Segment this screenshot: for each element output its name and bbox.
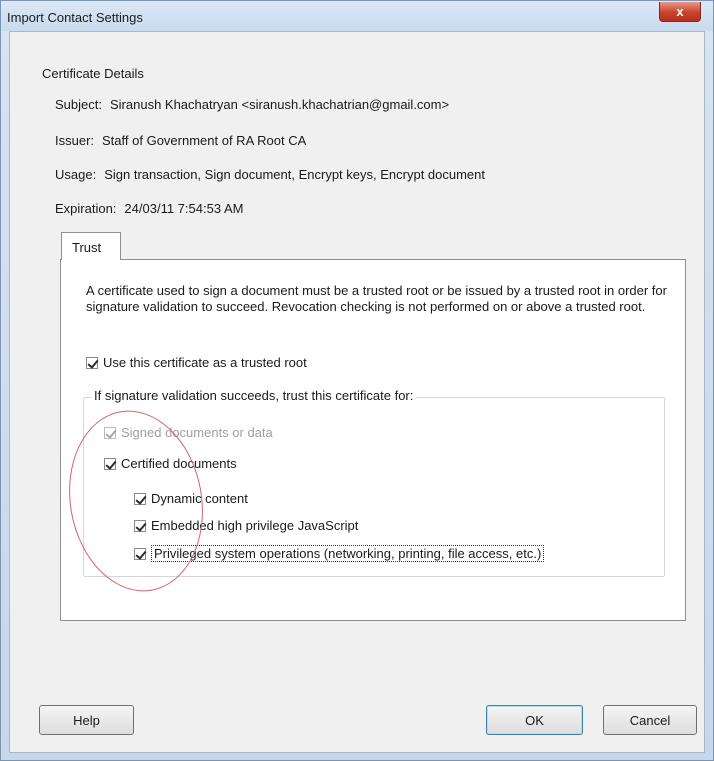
subject-value: Siranush Khachatryan <siranush.khachatri… bbox=[109, 97, 450, 112]
usage-label: Usage: bbox=[55, 167, 97, 182]
tab-trust[interactable]: Trust bbox=[61, 232, 121, 260]
dynamic-content-label: Dynamic content bbox=[151, 491, 248, 506]
signed-documents-checkbox bbox=[104, 426, 116, 439]
signed-documents-option: Signed documents or data bbox=[104, 425, 273, 440]
certified-documents-option[interactable]: Certified documents bbox=[104, 456, 237, 471]
issuer-label: Issuer: bbox=[55, 133, 95, 148]
usage-row: Usage: Sign transaction, Sign document, E… bbox=[55, 167, 485, 182]
cancel-button[interactable]: Cancel bbox=[603, 705, 697, 735]
usage-value: Sign transaction, Sign document, Encrypt… bbox=[104, 167, 486, 182]
signed-documents-label: Signed documents or data bbox=[121, 425, 273, 440]
subject-label: Subject: bbox=[55, 97, 102, 112]
expiration-row: Expiration: 24/03/11 7:54:53 AM bbox=[55, 201, 243, 216]
expiration-value: 24/03/11 7:54:53 AM bbox=[124, 201, 244, 216]
dynamic-content-checkbox[interactable] bbox=[134, 492, 146, 505]
trust-options-group-title: If signature validation succeeds, trust … bbox=[91, 388, 417, 403]
close-button[interactable]: x bbox=[659, 2, 701, 22]
close-icon: x bbox=[676, 4, 684, 19]
trust-description: A certificate used to sign a document mu… bbox=[86, 283, 667, 314]
privileged-operations-checkbox[interactable] bbox=[134, 547, 146, 560]
subject-row: Subject: Siranush Khachatryan <siranush.k… bbox=[55, 97, 449, 112]
privileged-operations-label: Privileged system operations (networking… bbox=[151, 545, 545, 562]
embedded-javascript-label: Embedded high privilege JavaScript bbox=[151, 518, 359, 533]
embedded-javascript-option[interactable]: Embedded high privilege JavaScript bbox=[134, 518, 358, 533]
use-trusted-root-checkbox[interactable] bbox=[86, 356, 98, 369]
title-bar[interactable]: Import Contact Settings x bbox=[1, 1, 713, 31]
dynamic-content-option[interactable]: Dynamic content bbox=[134, 491, 248, 506]
issuer-value: Staff of Government of RA Root CA bbox=[102, 133, 307, 148]
embedded-javascript-checkbox[interactable] bbox=[134, 519, 146, 532]
expiration-label: Expiration: bbox=[55, 201, 117, 216]
issuer-row: Issuer: Staff of Government of RA Root CA bbox=[55, 133, 306, 148]
certificate-details-title: Certificate Details bbox=[42, 66, 144, 81]
privileged-operations-option[interactable]: Privileged system operations (networking… bbox=[134, 545, 545, 562]
certified-documents-label: Certified documents bbox=[121, 456, 237, 471]
help-button[interactable]: Help bbox=[39, 705, 134, 735]
use-trusted-root-label: Use this certificate as a trusted root bbox=[103, 355, 307, 370]
window-title: Import Contact Settings bbox=[7, 10, 143, 25]
ok-button[interactable]: OK bbox=[486, 705, 583, 735]
use-trusted-root-option[interactable]: Use this certificate as a trusted root bbox=[86, 355, 307, 370]
certified-documents-checkbox[interactable] bbox=[104, 457, 116, 470]
